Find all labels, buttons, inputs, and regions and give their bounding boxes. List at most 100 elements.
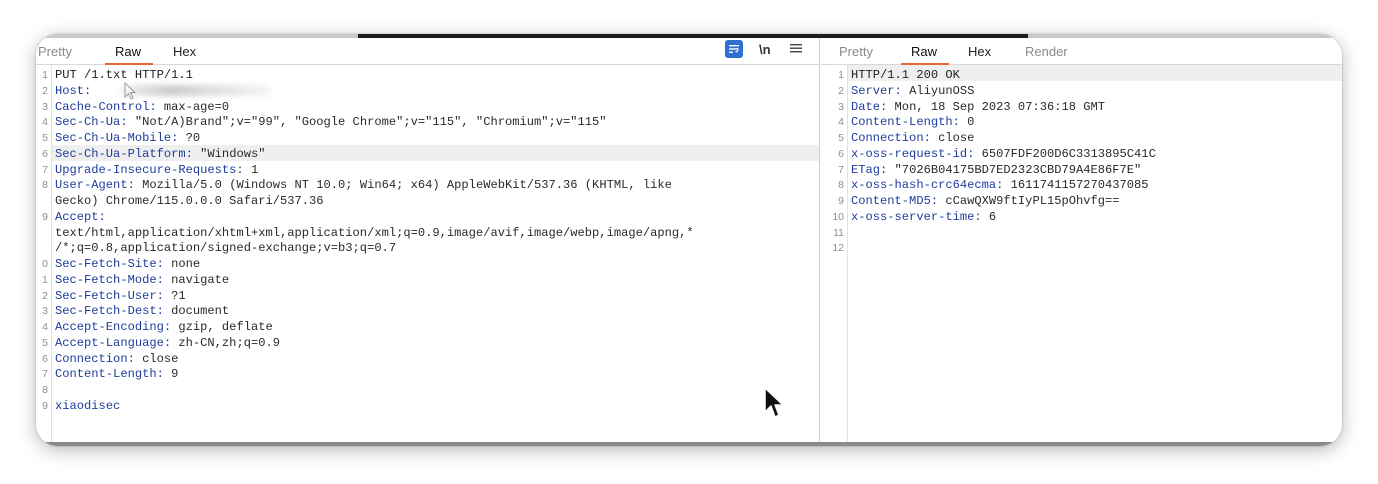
- code-line: x-oss-request-id: 6507FDF200D6C3313895C4…: [851, 146, 1336, 162]
- code-line: PUT /1.txt HTTP/1.1: [55, 67, 813, 83]
- code-line: Date: Mon, 18 Sep 2023 07:36:18 GMT: [851, 99, 1336, 115]
- header-value: "Not/A)Brand";v="99", "Google Chrome";v=…: [127, 115, 607, 130]
- code-line: Sec-Fetch-Mode: navigate: [55, 272, 813, 288]
- hamburger-icon[interactable]: [790, 40, 802, 60]
- header-name: Server:: [851, 83, 902, 98]
- code-line: Sec-Ch-Ua-Mobile: ?0: [55, 130, 813, 146]
- code-line: x-oss-hash-crc64ecma: 161174115727043708…: [851, 177, 1336, 193]
- request-tab-raw[interactable]: Raw: [104, 42, 154, 65]
- line-number: 6: [42, 352, 48, 365]
- header-name: x-oss-request-id:: [851, 146, 975, 161]
- code-line: HTTP/1.1 200 OK: [851, 67, 1336, 83]
- line-number: 10: [832, 210, 844, 223]
- response-tab-render[interactable]: Render: [1025, 42, 1068, 61]
- code-line: Sec-Ch-Ua-Platform: "Windows": [55, 146, 813, 162]
- code-line: Sec-Fetch-Site: none: [55, 256, 813, 272]
- line-number: 3: [838, 100, 844, 113]
- mouse-pointer-icon: [763, 386, 785, 425]
- header-value: navigate: [163, 272, 230, 287]
- window-bottom-border: [36, 442, 1342, 446]
- line-number: 8: [42, 384, 48, 396]
- header-name: x-oss-server-time:: [851, 209, 982, 224]
- line-number: 4: [42, 116, 48, 129]
- header-value: "Windows": [192, 146, 266, 161]
- line-number: 3: [42, 100, 48, 113]
- line-number: 8: [838, 179, 844, 192]
- header-name: ETag:: [851, 162, 888, 177]
- header-value: ?1: [163, 288, 186, 303]
- header-value: zh-CN,zh;q=0.9: [171, 335, 280, 350]
- response-pane: Pretty Raw Hex Render 1 2 3 4 5 6 7 8 9 10 11 12 HT…: [821, 38, 1342, 442]
- line-number: 6: [838, 147, 844, 160]
- line-number: 2: [838, 84, 844, 97]
- code-line: Sec-Fetch-User: ?1: [55, 288, 813, 304]
- request-tab-pretty[interactable]: Pretty: [38, 42, 72, 61]
- response-tab-pretty[interactable]: Pretty: [839, 42, 873, 61]
- code-line: Host:: [55, 83, 813, 99]
- header-name: Content-Length:: [55, 367, 164, 382]
- header-value: "7026B04175BD7ED2323CBD79A4E86F7E": [887, 162, 1142, 177]
- request-line-gutter: 1 2 3 4 5 6 7 8 9 0 1 2 3 4 5 6 7 8 9: [36, 65, 52, 442]
- response-tab-raw[interactable]: Raw: [900, 42, 950, 65]
- word-wrap-icon[interactable]: [725, 40, 743, 58]
- code-line: ETag: "7026B04175BD7ED2323CBD79A4E86F7E": [851, 162, 1336, 178]
- line-number: 9: [42, 399, 48, 412]
- line-number: 4: [838, 116, 844, 129]
- response-tab-hex[interactable]: Hex: [968, 42, 991, 61]
- request-editor[interactable]: 1 2 3 4 5 6 7 8 9 0 1 2 3 4 5 6 7 8 9 PUT /1.txt HTTP/1.1 H…: [36, 65, 819, 442]
- line-number: 11: [833, 226, 844, 239]
- header-value: /*;q=0.8,application/signed-exchange;v=b…: [55, 241, 397, 256]
- header-name: Accept-Encoding:: [55, 320, 172, 334]
- request-tab-hex[interactable]: Hex: [173, 42, 196, 61]
- header-value: close: [134, 351, 179, 366]
- header-value: Gecko) Chrome/115.0.0.0 Safari/537.36: [55, 194, 324, 208]
- line-number: 7: [838, 163, 844, 176]
- header-name: Connection:: [55, 351, 135, 366]
- request-tab-bar: Pretty Raw Hex \n: [36, 38, 819, 65]
- header-name: Sec-Ch-Ua:: [55, 115, 128, 130]
- line-number: 0: [42, 258, 48, 270]
- header-value: 1611741157270437085: [1003, 178, 1149, 193]
- header-name: Accept:: [55, 209, 106, 224]
- header-name: Sec-Fetch-Mode:: [55, 272, 164, 287]
- code-line: Sec-Ch-Ua: "Not/A)Brand";v="99", "Google…: [55, 114, 813, 130]
- newline-toggle-button[interactable]: \n: [759, 40, 771, 60]
- line-number: 8: [42, 179, 48, 192]
- header-value: 1: [243, 162, 259, 177]
- header-value: none: [163, 257, 201, 271]
- header-name: Upgrade-Insecure-Requests:: [55, 162, 244, 177]
- header-value: AliyunOSS: [901, 83, 975, 98]
- line-number: 5: [42, 132, 48, 144]
- line-number: 7: [42, 163, 48, 176]
- header-value: max-age=0: [156, 99, 230, 114]
- line-number: 7: [42, 368, 48, 381]
- header-value: cCawQXW9ftIyPL15pOhvfg==: [938, 194, 1120, 208]
- code-line: /*;q=0.8,application/signed-exchange;v=b…: [55, 240, 813, 256]
- response-editor[interactable]: 1 2 3 4 5 6 7 8 9 10 11 12 HTTP/1.1 200 OK Server: A…: [821, 65, 1342, 442]
- code-line: Content-Length: 9: [55, 366, 813, 382]
- header-name: User-Agent:: [55, 178, 135, 193]
- header-name: Host:: [55, 83, 92, 98]
- code-line: Gecko) Chrome/115.0.0.0 Safari/537.36: [55, 193, 813, 209]
- header-name: Content-Length:: [851, 115, 960, 130]
- line-number: 1: [42, 273, 48, 286]
- header-value: 6507FDF200D6C3313895C41C: [974, 146, 1156, 161]
- header-name: xiaodisec: [55, 398, 121, 413]
- burp-repeater-window: Pretty Raw Hex \n 1 2 3 4 5 6 7 8 9 0 1 2 3 …: [36, 34, 1342, 446]
- response-tab-bar: Pretty Raw Hex Render: [821, 38, 1342, 65]
- header-value: ?0: [178, 131, 201, 145]
- code-line: text/html,application/xhtml+xml,applicat…: [55, 225, 813, 241]
- header-name: PUT /1.txt HTTP/1.1: [55, 68, 193, 82]
- header-name: Sec-Ch-Ua-Mobile:: [55, 131, 179, 145]
- header-name: Sec-Fetch-User:: [55, 288, 164, 303]
- header-name: Cache-Control:: [55, 99, 157, 114]
- code-line: User-Agent: Mozilla/5.0 (Windows NT 10.0…: [55, 177, 813, 193]
- header-name: Sec-Fetch-Site:: [55, 257, 164, 271]
- line-number: 1: [838, 69, 844, 81]
- header-value: Mozilla/5.0 (Windows NT 10.0; Win64; x64…: [134, 178, 672, 193]
- line-number: 6: [42, 147, 48, 160]
- header-value: gzip, deflate: [171, 320, 273, 334]
- text-cursor-arrow-icon: [124, 81, 138, 107]
- code-line: Content-MD5: cCawQXW9ftIyPL15pOhvfg==: [851, 193, 1336, 209]
